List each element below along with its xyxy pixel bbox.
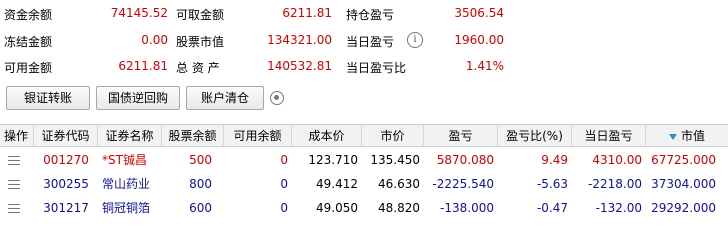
cell-market-value: 37304.000	[651, 177, 716, 191]
table-header: 操作 证券代码 证券名称 股票余额 可用余额 成本价 市价 盈亏 盈亏比(%) …	[0, 125, 728, 147]
header-pnl[interactable]: 盈亏	[424, 125, 498, 147]
stock-value-label: 股票市值	[176, 35, 225, 49]
total-assets-value: 140532.81	[267, 59, 332, 73]
position-pnl-label: 持仓盈亏	[346, 8, 395, 22]
header-balance[interactable]: 股票余额	[162, 125, 224, 147]
header-market-value-label: 市值	[680, 129, 705, 143]
withdrawable-value: 6211.81	[282, 6, 332, 20]
cell-pnl-ratio: -0.47	[536, 201, 568, 215]
clear-account-button[interactable]: 账户清仓	[186, 86, 264, 110]
menu-icon[interactable]	[8, 180, 20, 189]
position-pnl-value: 3506.54	[454, 6, 504, 20]
cell-cost: 49.412	[316, 177, 358, 191]
header-market-value[interactable]: 市值	[646, 125, 728, 147]
account-summary: 资金余额 74145.52 可取金额 6211.81 持仓盈亏 3506.54 …	[0, 0, 728, 84]
frozen-value: 0.00	[141, 33, 168, 47]
day-pnl-ratio-label: 当日盈亏比	[346, 61, 407, 75]
cell-code: 300255	[43, 177, 89, 191]
cell-available: 0	[280, 201, 288, 215]
cell-balance: 500	[189, 153, 212, 167]
cell-day-pnl: -132.00	[595, 201, 642, 215]
reverse-repo-button[interactable]: 国债逆回购	[96, 86, 180, 110]
table-row[interactable]: 301217 铜冠铜箔 600 0 49.050 48.820 -138.000…	[0, 196, 728, 220]
header-price[interactable]: 市价	[362, 125, 424, 147]
action-toolbar: 银证转账 国债逆回购 账户清仓	[0, 86, 728, 114]
cell-market-value: 67725.000	[651, 153, 716, 167]
header-code[interactable]: 证券代码	[34, 125, 98, 147]
fund-balance-label: 资金余额	[4, 8, 53, 22]
cell-price: 46.630	[378, 177, 420, 191]
cell-balance: 800	[189, 177, 212, 191]
cell-pnl: -138.000	[440, 201, 494, 215]
table-row[interactable]: 300255 常山药业 800 0 49.412 46.630 -2225.54…	[0, 172, 728, 196]
cell-market-value: 29292.000	[651, 201, 716, 215]
available-value: 6211.81	[118, 59, 168, 73]
header-available[interactable]: 可用余额	[224, 125, 292, 147]
header-day-pnl[interactable]: 当日盈亏	[572, 125, 646, 147]
summary-row-3: 可用金额 6211.81 总 资 产 140532.81 当日盈亏比 1.41%	[0, 55, 728, 77]
header-pnl-ratio[interactable]: 盈亏比(%)	[498, 125, 572, 147]
fund-balance-value: 74145.52	[110, 6, 168, 20]
cell-cost: 123.710	[308, 153, 358, 167]
cell-available: 0	[280, 177, 288, 191]
cell-pnl-ratio: -5.63	[536, 177, 568, 191]
gear-icon[interactable]	[270, 91, 284, 105]
cell-pnl-ratio: 9.49	[541, 153, 568, 167]
frozen-label: 冻结金额	[4, 35, 53, 49]
day-pnl-label: 当日盈亏	[346, 35, 395, 49]
available-label: 可用金额	[4, 61, 53, 75]
header-cost[interactable]: 成本价	[292, 125, 362, 147]
header-name[interactable]: 证券名称	[98, 125, 162, 147]
cell-code: 001270	[43, 153, 89, 167]
cell-day-pnl: -2218.00	[588, 177, 642, 191]
sort-desc-icon	[668, 133, 677, 140]
cell-price: 48.820	[378, 201, 420, 215]
summary-row-1: 资金余额 74145.52 可取金额 6211.81 持仓盈亏 3506.54	[0, 2, 728, 24]
day-pnl-ratio-value: 1.41%	[465, 59, 504, 73]
stock-value-value: 134321.00	[267, 33, 332, 47]
total-assets-label: 总 资 产	[176, 61, 220, 75]
cell-name: *ST铖昌	[102, 153, 147, 167]
withdrawable-label: 可取金额	[176, 8, 225, 22]
cell-code: 301217	[43, 201, 89, 215]
cell-day-pnl: 4310.00	[592, 153, 642, 167]
info-icon[interactable]: i	[407, 32, 423, 48]
cell-balance: 600	[189, 201, 212, 215]
summary-row-2: 冻结金额 0.00 股票市值 134321.00 当日盈亏 1960.00	[0, 29, 728, 51]
cell-cost: 49.050	[316, 201, 358, 215]
cell-name: 常山药业	[102, 177, 151, 191]
cell-pnl: -2225.540	[432, 177, 494, 191]
menu-icon[interactable]	[8, 156, 20, 165]
cell-name: 铜冠铜箔	[102, 201, 151, 215]
holdings-table: 操作 证券代码 证券名称 股票余额 可用余额 成本价 市价 盈亏 盈亏比(%) …	[0, 124, 728, 220]
table-row[interactable]: 001270 *ST铖昌 500 0 123.710 135.450 5870.…	[0, 148, 728, 172]
cell-pnl: 5870.080	[436, 153, 494, 167]
cell-price: 135.450	[370, 153, 420, 167]
header-operation[interactable]: 操作	[0, 125, 34, 147]
bank-transfer-button[interactable]: 银证转账	[6, 86, 90, 110]
day-pnl-value: 1960.00	[454, 33, 504, 47]
menu-icon[interactable]	[8, 204, 20, 213]
cell-available: 0	[280, 153, 288, 167]
